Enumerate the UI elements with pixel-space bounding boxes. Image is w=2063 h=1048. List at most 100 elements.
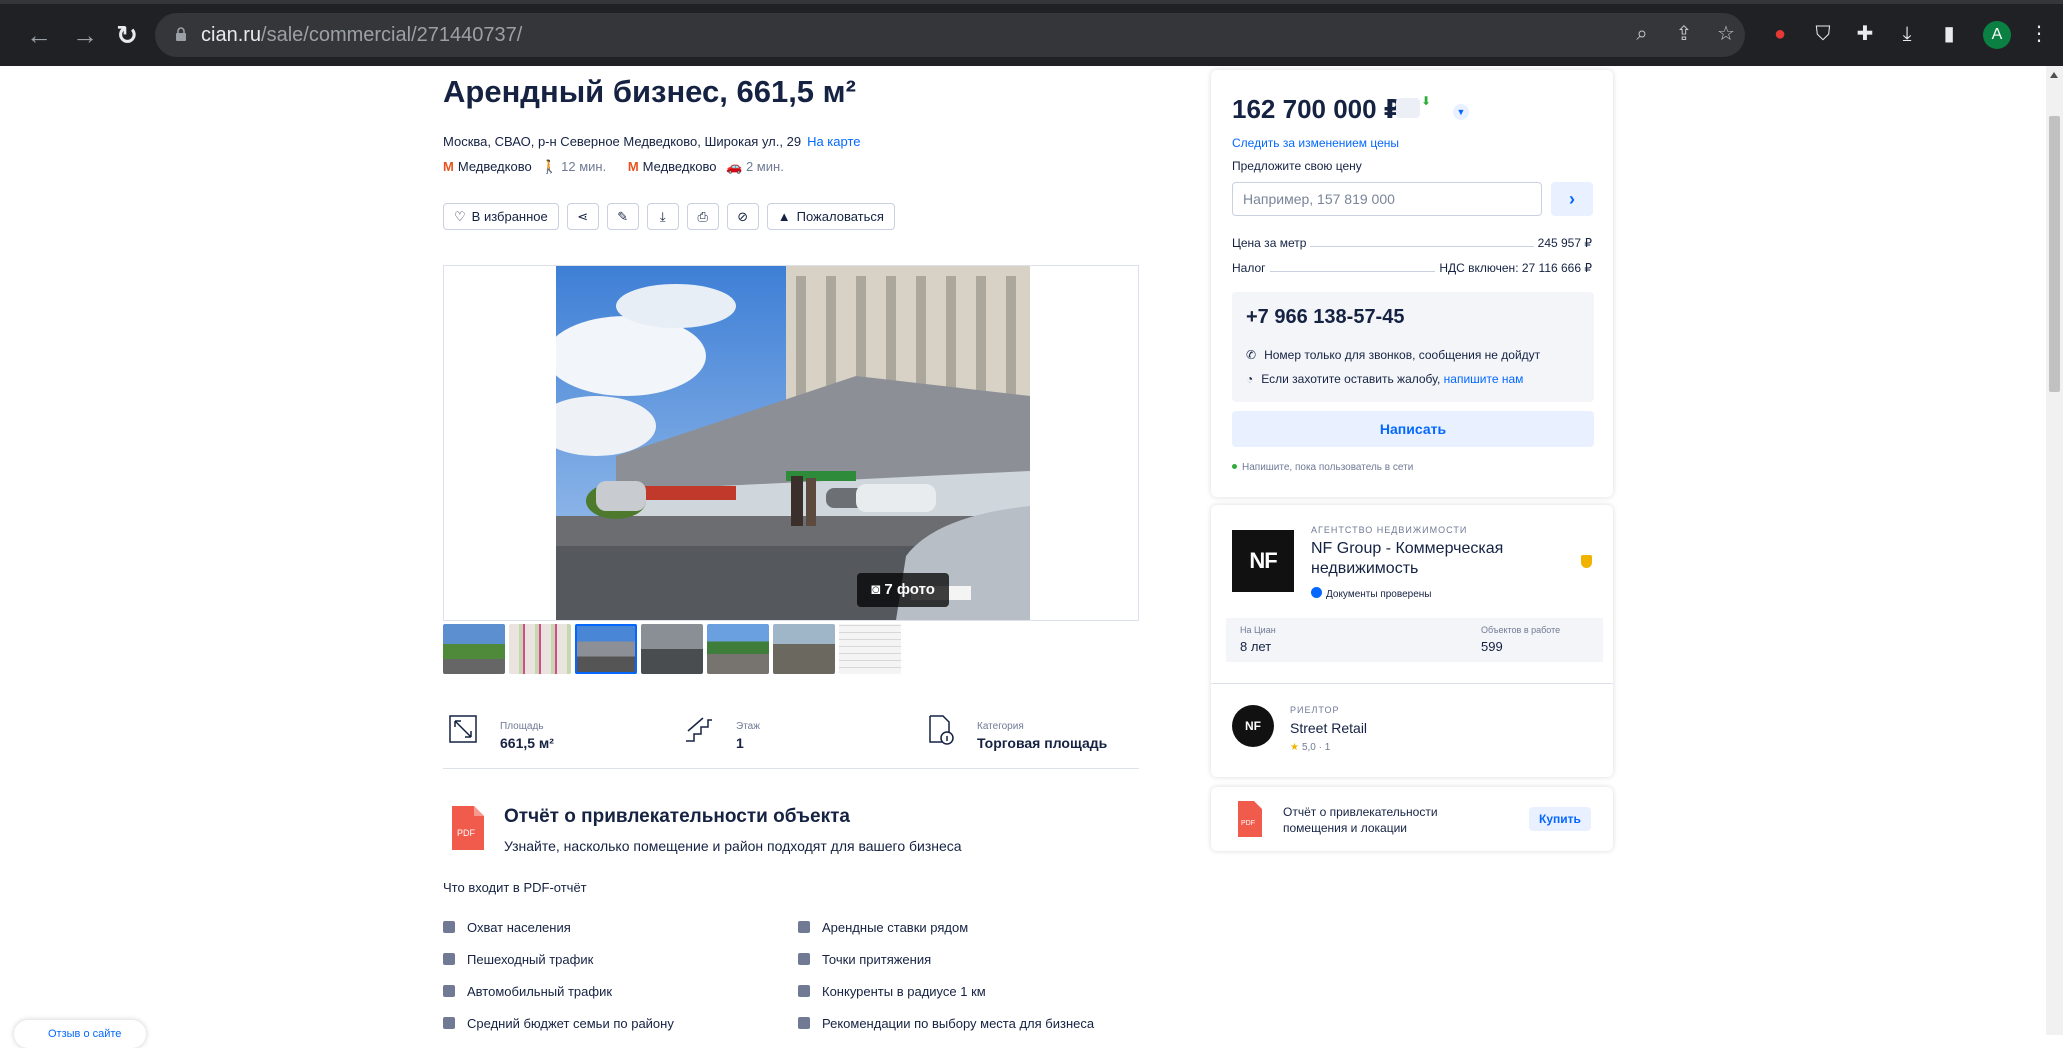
camera-icon: ◙ [871,581,885,598]
scroll-up-arrow-icon[interactable] [2050,72,2058,78]
address: Москва, СВАО, р-н Северное Медведково, Ш… [443,134,860,149]
svg-text:PDF: PDF [1241,820,1255,827]
agency-name[interactable]: NF Group - Коммерческая недвижимость [1311,539,1541,579]
favorite-button[interactable]: ♡ В избранное [443,203,559,230]
download-icon[interactable]: ⤓ [1894,21,1920,47]
adblock-extension-icon[interactable]: ● [1767,21,1793,47]
url-text: cian.ru/sale/commercial/271440737/ [201,24,523,46]
thumbnail[interactable] [509,624,571,674]
menu-kebab-icon[interactable]: ⋮ [2026,21,2052,47]
bookmark-star-icon[interactable]: ☆ [1714,22,1738,46]
storefront-photo [556,266,1030,620]
lock-icon [176,27,186,41]
thumbnail[interactable] [707,624,769,674]
verified-check-icon [1311,587,1322,598]
shield-extension-icon[interactable]: ⛉ [1810,21,1836,47]
metro-info: M Медведково 🚶 12 мин. M Медведково 🚗 2 ми… [443,159,802,175]
track-price-link[interactable]: Следить за изменением цены [1232,136,1399,150]
agency-stats: На Циан 8 лет Объектов в работе 599 [1226,618,1603,662]
online-status: Напишите, пока пользователь в сети [1232,462,1413,473]
thumbnail[interactable] [773,624,835,674]
hide-button[interactable]: ⊘ [726,203,759,230]
realtor-avatar[interactable]: NF [1232,705,1274,747]
metro-station[interactable]: Медведково [458,159,532,174]
svg-text:PDF: PDF [457,828,476,838]
report-item: Точки притяжения [798,952,931,967]
photo-gallery[interactable]: ◙ 7 фото [443,265,1139,621]
metro-station[interactable]: Медведково [643,159,717,174]
metro-icon: M [443,159,454,174]
pencil-icon: ✎ [617,208,629,224]
realtor-name[interactable]: Street Retail [1290,720,1367,736]
pdf-icon: PDF [1238,801,1262,837]
chevron-down-icon[interactable]: ▼ [1453,104,1469,120]
price: 162 700 000 ₽ [1232,94,1402,124]
write-message-button[interactable]: Написать [1232,411,1594,447]
edit-note-button[interactable]: ✎ [606,203,639,230]
map-link[interactable]: На карте [807,134,860,149]
site-feedback-button[interactable]: Отзыв о сайте [14,1020,146,1048]
thumbnail[interactable] [575,624,637,674]
share-button[interactable]: ⋖ [566,203,599,230]
agency-card: NF АГЕНТСТВО НЕДВИЖИМОСТИ NF Group - Ком… [1211,505,1613,777]
people-icon [443,921,455,933]
document-info-icon [929,715,954,745]
download-icon: ⤓ [659,208,666,224]
report-buy-card: PDF Отчёт о привлекательности помещения … [1211,787,1613,851]
back-icon[interactable]: ← [24,20,54,50]
complain-button[interactable]: ▲ Пожаловаться [766,203,895,230]
page-title: Арендный бизнес, 661,5 м² [443,74,856,109]
buy-button[interactable]: Купить [1529,807,1591,831]
store-icon [798,985,810,997]
side-panel-icon[interactable]: ▮ [1936,21,1962,47]
printer-icon: ⎙ [697,208,708,224]
heart-icon: ♡ [454,208,466,224]
price-per-meter-row: Цена за метр 245 957 ₽ [1232,236,1592,250]
profile-avatar[interactable]: A [1983,21,2011,49]
photo-count-button[interactable]: ◙ 7 фото [857,573,949,607]
complain-note: ◔ Если захотите оставить жалобу, напишите… [1246,372,1524,386]
thumbs-up-icon [798,1017,810,1029]
phone-box: +7 966 138-57-45 ✆ Номер только для звонк… [1232,292,1594,402]
scrollbar-thumb[interactable] [2049,116,2060,392]
download-button[interactable]: ⤓ [646,203,679,230]
report-item: Конкуренты в радиусе 1 км [798,984,986,999]
phone-icon: ✆ [1246,348,1257,362]
page-scrollbar[interactable] [2046,66,2063,1035]
extensions-puzzle-icon[interactable]: ✚ [1852,21,1878,47]
agency-kind: АГЕНТСТВО НЕДВИЖИМОСТИ [1311,525,1468,535]
walk-icon [443,953,455,965]
offer-submit-button[interactable]: › [1551,182,1593,216]
price-history-icon[interactable] [1396,98,1420,118]
eye-off-icon: ⊘ [737,208,749,224]
address-text: Москва, СВАО, р-н Северное Медведково, Ш… [443,134,802,149]
print-button[interactable]: ⎙ [686,203,719,230]
main-photo[interactable]: ◙ 7 фото [556,266,1030,620]
reload-icon[interactable]: ↻ [112,20,142,50]
forward-icon[interactable]: → [70,20,100,50]
report-subtitle: Узнайте, насколько помещение и район под… [504,838,962,854]
warning-icon: ▲ [777,209,791,224]
share-icon: ⋖ [577,208,589,224]
pin-icon [798,953,810,965]
thumbnail[interactable] [839,624,901,674]
thumbnail[interactable] [641,624,703,674]
report-item: Автомобильный трафик [443,984,612,999]
report-card-text: Отчёт о привлекательности помещения и ло… [1283,805,1438,835]
tax-row: Налог НДС включен: 27 116 666 ₽ [1232,261,1592,275]
area-icon [449,715,477,743]
write-us-link[interactable]: напишите нам [1444,372,1524,386]
agency-logo[interactable]: NF [1232,530,1294,592]
address-bar[interactable]: cian.ru/sale/commercial/271440737/ [155,13,1745,57]
offer-price-input[interactable]: Например, 157 819 000 [1232,182,1542,216]
divider [1211,683,1613,684]
metro-icon: M [627,159,639,174]
stairs-icon [686,717,712,742]
report-item: Пешеходный трафик [443,952,593,967]
thumbnail[interactable] [443,624,505,674]
zoom-icon[interactable]: ⌕ [1630,22,1654,46]
listing-actions: ♡ В избранное ⋖ ✎ ⤓ ⎙ ⊘ ▲ Пожаловаться [443,203,895,230]
share-icon[interactable]: ⇪ [1672,22,1696,46]
report-includes-heading: Что входит в PDF-отчёт [443,880,587,895]
phone-number[interactable]: +7 966 138-57-45 [1246,306,1404,329]
